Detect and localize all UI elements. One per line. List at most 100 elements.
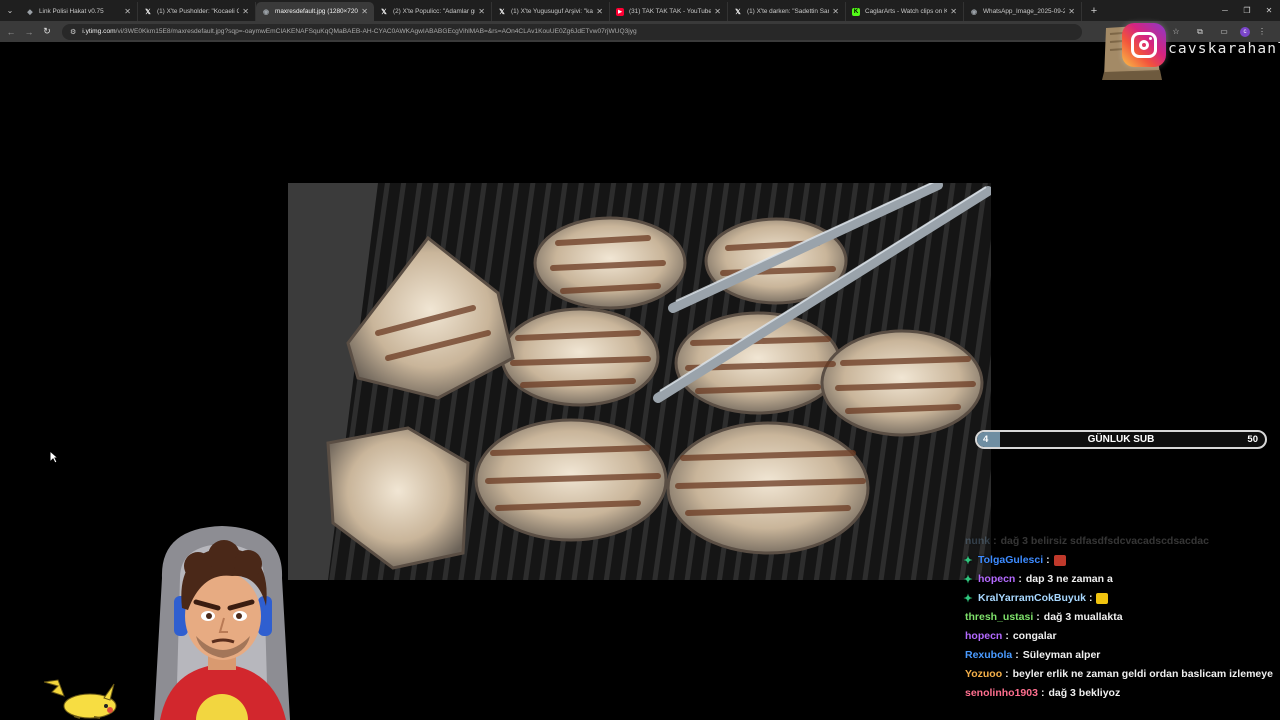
tab-close-icon[interactable]: ✕ <box>358 7 368 16</box>
chat-text: dağ 3 belirsiz sdfasdfsdcvacadscdsacdac <box>1000 535 1209 547</box>
url-host: i.ytimg.com <box>82 28 116 35</box>
tab-close-icon[interactable]: ✕ <box>947 7 957 16</box>
chat-separator: : <box>1005 630 1009 642</box>
forward-button[interactable]: → <box>20 21 38 42</box>
goal-label: GÜNLUK SUB <box>1087 434 1155 445</box>
youtube-icon: ▶ <box>616 7 624 16</box>
instagram-overlay: cavskarahanli <box>1098 22 1280 82</box>
address-bar[interactable]: ⚙ i.ytimg.com/vi/3WE0Kkm15E8/maxresdefau… <box>62 23 1082 40</box>
chat-separator: : <box>1088 592 1093 604</box>
chat-username[interactable]: nunk <box>965 535 990 547</box>
browser-tab[interactable]: 𝕏 (1) X'te Yugusuguf Arşivi: "kafas ✕ <box>492 2 610 21</box>
browser-tab[interactable]: 𝕏 (1) X'te darken: "Sadettin Saran ✕ <box>728 2 846 21</box>
mouse-cursor-icon <box>49 450 59 464</box>
x-icon: 𝕏 <box>499 8 505 16</box>
sub-goal-bar: 4 GÜNLUK SUB 50 <box>975 430 1267 449</box>
chat-separator: : <box>1040 687 1045 699</box>
chat-username[interactable]: senolinho1903 <box>965 687 1038 699</box>
chat-message: ✦ KralYarramCokBuyuk: <box>962 589 1109 607</box>
bookmark-icon: ◆ <box>27 8 33 16</box>
browser-tab[interactable]: ◆ Link Polisi Hakat v0.75 ✕ <box>20 2 138 21</box>
chat-separator: : <box>1046 554 1050 566</box>
chat-username[interactable]: hopecn <box>965 630 1002 642</box>
maximize-button[interactable]: ❐ <box>1236 0 1258 21</box>
chat-message: ✦ TolgaGulesci: <box>962 551 1066 569</box>
browser-tab[interactable]: 𝕏 (1) X'te Pusholder: "Kocaeli Geb✕ <box>138 2 256 21</box>
x-icon: 𝕏 <box>381 8 387 16</box>
chat-username[interactable]: hopecn <box>978 573 1015 585</box>
x-icon: 𝕏 <box>145 8 151 16</box>
subscriber-badge-icon: ✦ <box>963 592 973 605</box>
minimize-button[interactable]: ─ <box>1214 0 1236 21</box>
screen: { "browser": { "tabs": [ {"title": "Link… <box>0 0 1280 720</box>
x-icon: 𝕏 <box>735 8 741 16</box>
chat-message: nunk: dağ 3 belirsiz sdfasdfsdcvacadscdsa… <box>962 532 1209 550</box>
tab-close-icon[interactable]: ✕ <box>593 7 603 16</box>
chat-overlay: nunk: dağ 3 belirsiz sdfasdfsdcvacadscdsa… <box>962 532 1280 720</box>
tab-close-icon[interactable]: ✕ <box>1065 7 1075 16</box>
subscriber-badge-icon: ✦ <box>963 554 973 567</box>
new-tab-button[interactable]: + <box>1086 5 1102 17</box>
tab-title: maxresdefault.jpg (1280×720) <box>275 8 358 15</box>
chat-username[interactable]: Yozuoo <box>965 668 1002 680</box>
tab-close-icon[interactable]: ✕ <box>711 7 721 16</box>
chat-message: thresh_ustasi: dağ 3 muallakta <box>962 608 1123 626</box>
browser-tab[interactable]: ◉ maxresdefault.jpg (1280×720) ✕ <box>256 2 374 21</box>
chat-separator: : <box>1015 649 1019 661</box>
chat-message: ✦ hopecn: dap 3 ne zaman a <box>962 570 1113 588</box>
tab-title: CaglarArts - Watch clips on Kick <box>865 8 947 15</box>
url-path: /vi/3WE0Kkm15E8/maxresdefault.jpg?sqp=-o… <box>115 28 637 35</box>
tab-close-icon[interactable]: ✕ <box>121 7 131 16</box>
chat-username[interactable]: Rexubola <box>965 649 1012 661</box>
chat-username[interactable]: thresh_ustasi <box>965 611 1033 623</box>
chat-text: dap 3 ne zaman a <box>1025 573 1113 585</box>
chat-message: Rexubola: Süleyman alper <box>962 646 1100 664</box>
chat-separator: : <box>1018 573 1022 585</box>
subscriber-badge-icon: ✦ <box>963 573 973 586</box>
chat-text: Süleyman alper <box>1022 649 1101 661</box>
viewed-image <box>288 183 991 580</box>
reload-button[interactable]: ↻ <box>38 21 56 42</box>
chat-emote-icon <box>1096 592 1109 604</box>
tab-search-button[interactable]: ⌄ <box>0 0 20 21</box>
grilled-fish-photo <box>288 183 991 580</box>
tab-title: (1) X'te Pusholder: "Kocaeli Geb <box>157 8 239 15</box>
chat-message: Yozuoo: beyler erlik ne zaman geldi ordan… <box>962 665 1273 683</box>
back-button[interactable]: ← <box>2 21 20 42</box>
tab-title: WhatsApp_Image_2025-09-24... <box>983 8 1065 15</box>
chat-text: dağ 3 bekliyoz <box>1048 687 1121 699</box>
streamer-avatar <box>154 526 290 720</box>
chat-text: beyler erlik ne zaman geldi ordan baslic… <box>1012 668 1273 680</box>
chat-username[interactable]: TolgaGulesci <box>978 554 1043 566</box>
goal-target-count: 50 <box>1247 434 1258 445</box>
chat-text: congalar <box>1012 630 1057 642</box>
chat-emote-icon <box>1053 554 1066 566</box>
instagram-icon <box>1122 23 1166 67</box>
chat-separator: : <box>993 535 997 547</box>
browser-tab[interactable]: 𝕏 (2) X'te Populicc: "Adamlar grub ✕ <box>374 2 492 21</box>
tab-close-icon[interactable]: ✕ <box>829 7 839 16</box>
browser-tab[interactable]: ▶ (31) TAK TAK TAK - YouTube ✕ <box>610 2 728 21</box>
globe-icon: ◉ <box>970 8 978 16</box>
tab-close-icon[interactable]: ✕ <box>475 7 485 16</box>
close-window-button[interactable]: ✕ <box>1258 0 1280 21</box>
chat-username[interactable]: KralYarramCokBuyuk <box>978 592 1086 604</box>
tab-title: (1) X'te Yugusuguf Arşivi: "kafas <box>511 8 593 15</box>
kick-icon: K <box>852 7 860 16</box>
tab-strip: ⌄ ◆ Link Polisi Hakat v0.75 ✕ 𝕏 (1) X'te Pus… <box>0 0 1280 21</box>
chat-message: hopecn: congalar <box>962 627 1057 645</box>
pikachu-sticker <box>44 679 117 719</box>
browser-tab[interactable]: K CaglarArts - Watch clips on Kick ✕ <box>846 2 964 21</box>
chat-separator: : <box>1005 668 1009 680</box>
tab-title: (31) TAK TAK TAK - YouTube <box>629 8 711 15</box>
tab-title: (2) X'te Populicc: "Adamlar grub <box>393 8 475 15</box>
tab-close-icon[interactable]: ✕ <box>239 7 249 16</box>
browser-tab[interactable]: ◉ WhatsApp_Image_2025-09-24...✕ <box>964 2 1082 21</box>
window-controls: ─ ❐ ✕ <box>1214 0 1280 21</box>
site-info-icon[interactable]: ⚙ <box>70 28 76 36</box>
instagram-handle: cavskarahanli <box>1168 41 1280 57</box>
tab-title: Link Polisi Hakat v0.75 <box>39 8 104 15</box>
chat-text: dağ 3 muallakta <box>1043 611 1123 623</box>
chat-message: senolinho1903: dağ 3 bekliyoz <box>962 684 1120 702</box>
browser-toolbar: ← → ↻ ⚙ i.ytimg.com/vi/3WE0Kkm15E8/maxre… <box>0 21 1280 42</box>
